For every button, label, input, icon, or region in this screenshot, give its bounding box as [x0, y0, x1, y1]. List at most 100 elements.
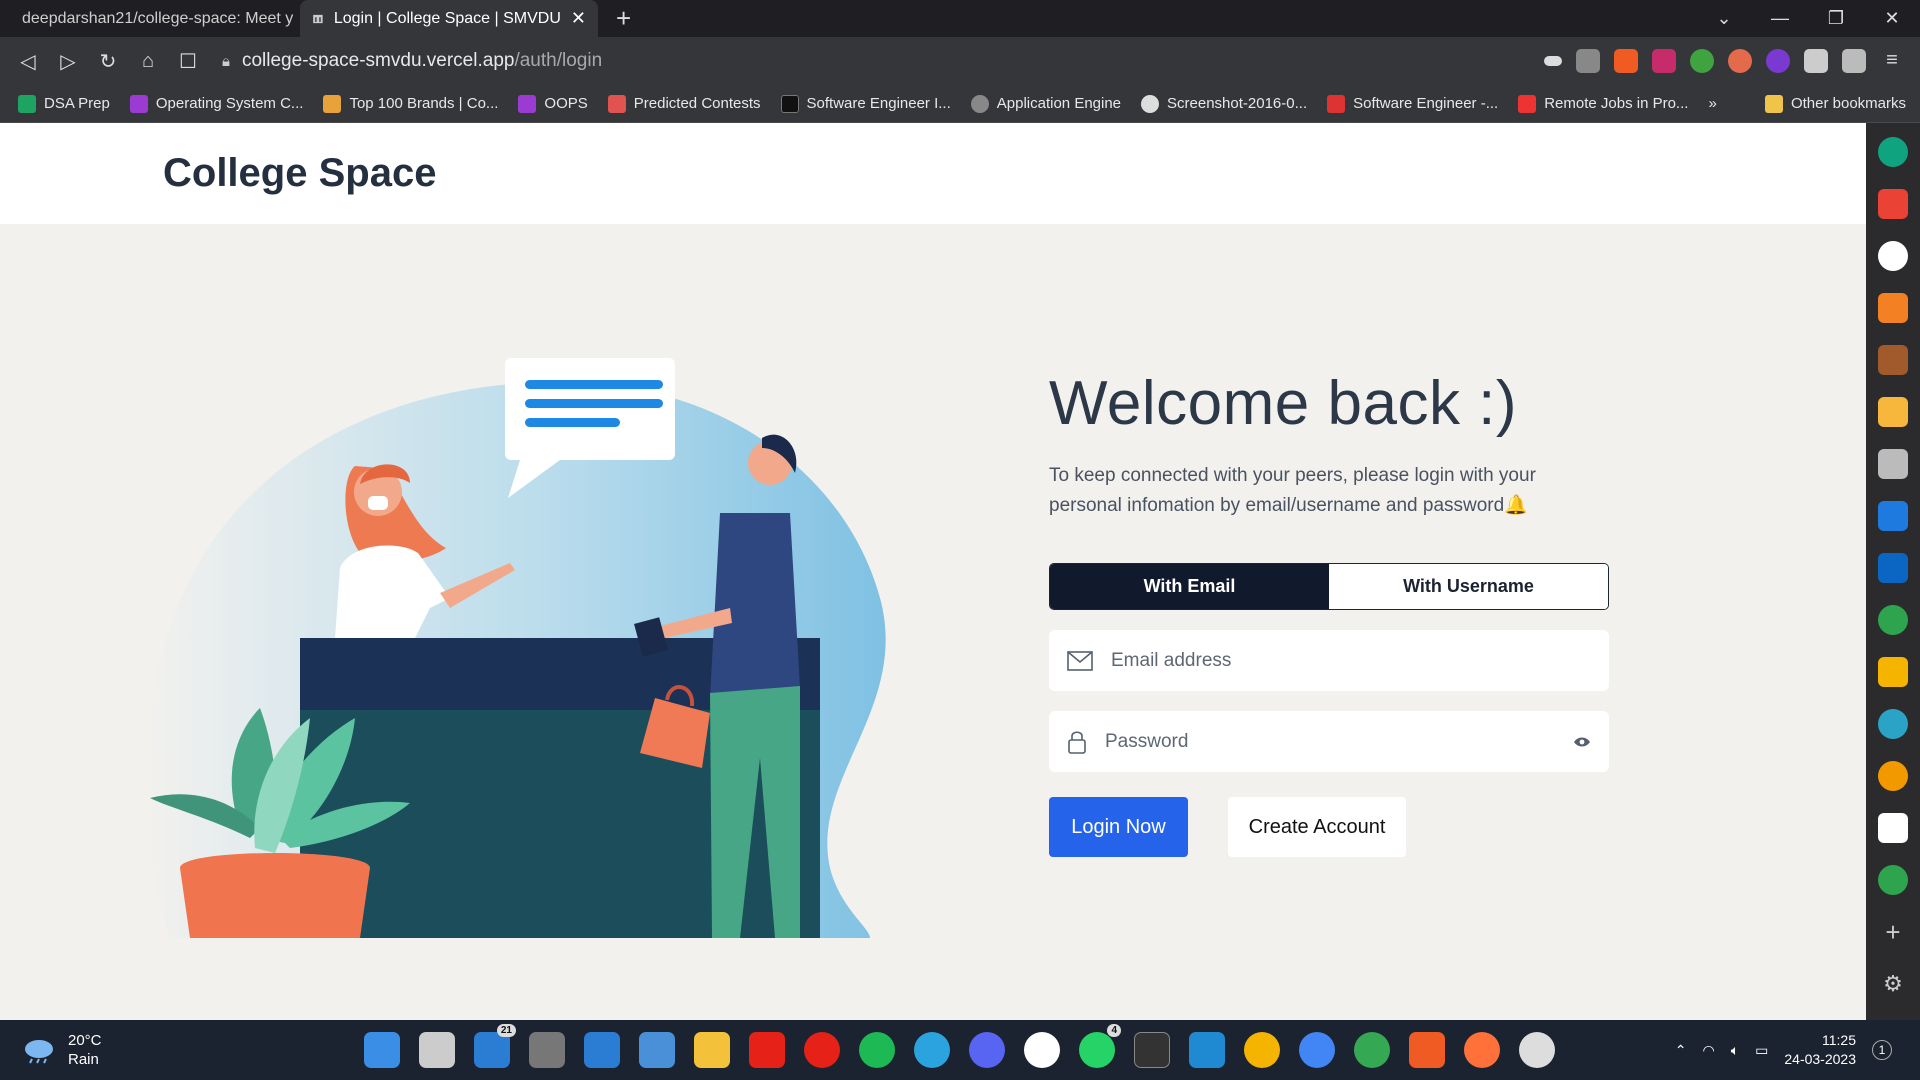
battery-icon[interactable]: ▭: [1755, 1042, 1768, 1059]
linkedin-icon[interactable]: [1878, 553, 1908, 583]
add-sidebar-icon[interactable]: +: [1878, 917, 1908, 947]
notification-badge[interactable]: 1: [1872, 1040, 1892, 1060]
notepad-icon[interactable]: [639, 1032, 675, 1068]
folder-icon: [1764, 94, 1783, 113]
close-window-icon[interactable]: ✕: [1864, 8, 1920, 29]
temperature: 20°C: [68, 1032, 102, 1049]
wifi-icon[interactable]: ◠: [1703, 1042, 1715, 1059]
vscode-icon[interactable]: [1189, 1032, 1225, 1068]
firefox-icon[interactable]: [1464, 1032, 1500, 1068]
create-account-button[interactable]: Create Account: [1228, 797, 1406, 857]
back-icon[interactable]: ◁: [8, 49, 48, 74]
github-icon[interactable]: [1878, 241, 1908, 271]
globe-icon: [970, 94, 989, 113]
email-field: [1049, 630, 1609, 691]
app-icon[interactable]: [1878, 709, 1908, 739]
windows-start-icon[interactable]: [364, 1032, 400, 1068]
new-tab-icon[interactable]: +: [616, 0, 631, 37]
taskbar-apps: 21 4: [364, 1024, 1555, 1068]
whatsapp-icon[interactable]: 4: [1079, 1024, 1121, 1068]
stackoverflow-icon[interactable]: [1878, 293, 1908, 323]
brand-logo-text[interactable]: College Space: [163, 151, 436, 196]
weather-widget[interactable]: 20°C Rain: [22, 1031, 102, 1069]
extension-green-icon[interactable]: [1690, 49, 1714, 73]
password-field: [1049, 711, 1609, 772]
tab-github[interactable]: deepdarshan21/college-space: Meet y: [0, 0, 300, 37]
chrome-canary-icon[interactable]: [1244, 1032, 1280, 1068]
mail-app-icon[interactable]: 21: [474, 1024, 516, 1068]
settings-gear-icon[interactable]: ⚙: [1878, 969, 1908, 999]
file-explorer-icon[interactable]: [694, 1032, 730, 1068]
telegram-icon[interactable]: [914, 1032, 950, 1068]
bookmark-item[interactable]: Software Engineer -...: [1327, 94, 1498, 113]
gmail-icon[interactable]: [1878, 189, 1908, 219]
bookmark-item[interactable]: Top 100 Brands | Co...: [323, 94, 498, 113]
bookmark-icon[interactable]: ☐: [168, 49, 208, 74]
share-icon[interactable]: [1576, 49, 1600, 73]
reload-icon[interactable]: ↻: [88, 49, 128, 74]
ok-icon: [1518, 94, 1537, 113]
bookmark-item[interactable]: Predicted Contests: [607, 94, 761, 113]
discord-icon[interactable]: [969, 1032, 1005, 1068]
chrome-dev-icon[interactable]: [1354, 1032, 1390, 1068]
menu-icon[interactable]: ≡: [1880, 49, 1904, 73]
puzzle-icon[interactable]: [1804, 49, 1828, 73]
with-username-tab[interactable]: With Username: [1329, 564, 1608, 609]
bookmark-item[interactable]: Software Engineer I...: [780, 94, 951, 113]
extension-purple-icon[interactable]: [1766, 49, 1790, 73]
email-input[interactable]: [1111, 649, 1591, 672]
coding-blocks-icon[interactable]: [1878, 865, 1908, 895]
bookmark-item[interactable]: OOPS: [518, 94, 588, 113]
bookmark-item[interactable]: Remote Jobs in Pro...: [1518, 94, 1688, 113]
bookmark-item[interactable]: Operating System C...: [129, 94, 303, 113]
restore-icon[interactable]: ❐: [1808, 8, 1864, 29]
keep-icon[interactable]: [1878, 657, 1908, 687]
chrome-icon[interactable]: [1299, 1032, 1335, 1068]
login-now-button[interactable]: Login Now: [1049, 797, 1188, 857]
youtube-icon[interactable]: [749, 1032, 785, 1068]
chart-icon[interactable]: [1878, 397, 1908, 427]
spotify-icon[interactable]: [859, 1032, 895, 1068]
youtube-music-icon[interactable]: [804, 1032, 840, 1068]
brave-shield-icon[interactable]: [1614, 49, 1638, 73]
clock[interactable]: 11:25 24-03-2023: [1784, 1031, 1856, 1069]
brave-icon[interactable]: [1409, 1032, 1445, 1068]
chatgpt-icon[interactable]: [1878, 137, 1908, 167]
with-email-tab[interactable]: With Email: [1050, 564, 1329, 609]
forward-icon[interactable]: ▷: [48, 49, 88, 74]
chevron-up-icon[interactable]: ⌃: [1675, 1042, 1687, 1059]
task-view-icon[interactable]: [419, 1032, 455, 1068]
bookmark-item[interactable]: DSA Prep: [18, 94, 110, 113]
reception-illustration: [145, 358, 886, 938]
todo-icon[interactable]: [584, 1032, 620, 1068]
medium-icon[interactable]: [1878, 813, 1908, 843]
other-bookmarks[interactable]: Other bookmarks: [1764, 94, 1906, 113]
bookmark-item[interactable]: Screenshot-2016-0...: [1141, 94, 1307, 113]
volume-icon[interactable]: 🔈︎: [1731, 1042, 1739, 1059]
extension-colorful-icon[interactable]: [1728, 49, 1752, 73]
show-password-eye-icon[interactable]: [1573, 736, 1591, 748]
college-favicon-icon: [313, 14, 323, 23]
unstop-icon[interactable]: [1878, 501, 1908, 531]
notes-icon[interactable]: [1878, 449, 1908, 479]
login-panel: Welcome back :) To keep connected with y…: [1049, 368, 1609, 857]
calculator-icon[interactable]: [529, 1032, 565, 1068]
brave-rewards-icon[interactable]: [1652, 49, 1676, 73]
password-input[interactable]: [1105, 730, 1555, 753]
close-tab-icon[interactable]: ✕: [571, 8, 586, 29]
overleaf-icon[interactable]: [1878, 605, 1908, 635]
tab-login[interactable]: Login | College Space | SMVDU ✕: [300, 0, 598, 37]
minimize-icon[interactable]: —: [1752, 8, 1808, 29]
codechef-icon[interactable]: [1878, 345, 1908, 375]
dev-icon[interactable]: [1878, 761, 1908, 791]
slack-icon[interactable]: [1024, 1032, 1060, 1068]
wallet-icon[interactable]: [1842, 49, 1866, 73]
clock-app-icon[interactable]: [1519, 1032, 1555, 1068]
key-icon[interactable]: [1544, 56, 1562, 66]
tab-search-icon[interactable]: ⌄: [1696, 8, 1752, 29]
bookmarks-overflow-icon[interactable]: »: [1708, 95, 1716, 112]
home-icon[interactable]: ⌂: [128, 50, 168, 73]
bookmark-item[interactable]: Application Engine: [970, 94, 1121, 113]
terminal-icon[interactable]: [1134, 1032, 1170, 1068]
address-bar[interactable]: 🔒︎ college-space-smvdu.vercel.app/auth/l…: [222, 43, 1522, 79]
